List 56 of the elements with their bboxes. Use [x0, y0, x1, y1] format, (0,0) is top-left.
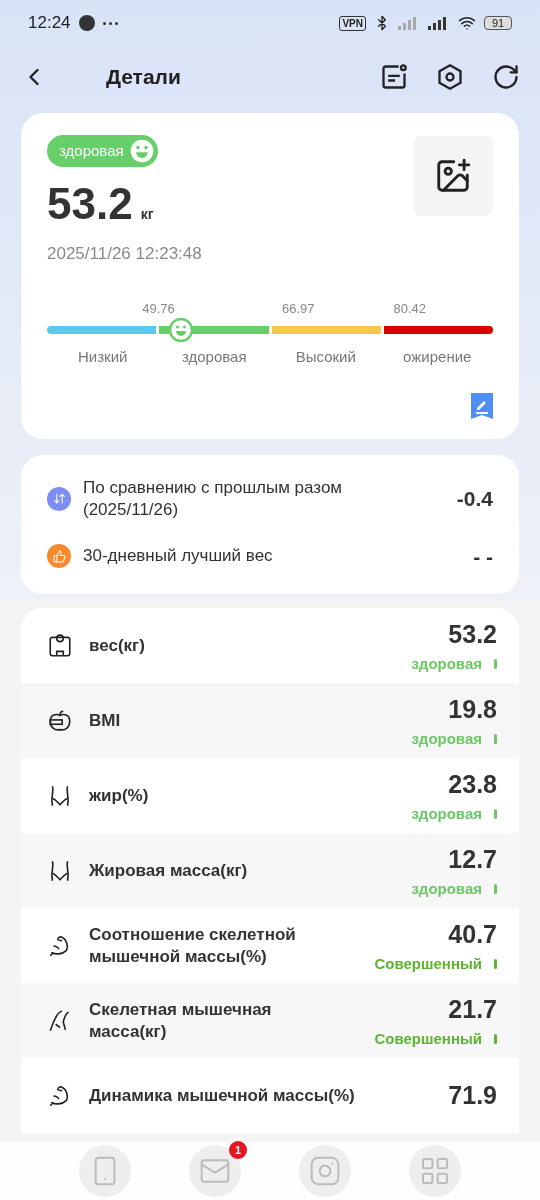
metric-row[interactable]: Скелетная мышечная масса(кг) 21.7 Совершенный [21, 983, 519, 1058]
metric-name: Динамика мышечной массы(%) [89, 1084, 355, 1107]
refresh-icon[interactable] [492, 63, 520, 91]
metric-name: Жировая масса(кг) [89, 859, 249, 882]
metric-value: 12.7 [448, 843, 497, 875]
metric-name: Скелетная мышечная масса(кг) [89, 998, 273, 1043]
metric-value: 21.7 [448, 993, 497, 1025]
notification-badge: 1 [229, 1141, 247, 1159]
arrows-icon [47, 486, 71, 511]
metric-value: 53.2 [448, 618, 497, 650]
metric-status: здоровая [411, 729, 482, 749]
page-title: Детали [106, 64, 181, 91]
metric-status: здоровая [411, 804, 482, 824]
comparison-value: - - [473, 543, 493, 570]
range-label: ожирение [402, 347, 473, 367]
settings-icon[interactable] [436, 63, 464, 91]
metric-value: 40.7 [448, 918, 497, 950]
metric-status: Совершенный [374, 954, 482, 974]
metric-name: жир(%) [89, 784, 150, 807]
range-label: Низкий [77, 347, 129, 367]
metric-name: Соотношение скелетной мышечной массы(%) [89, 923, 297, 968]
metric-value: 23.8 [448, 768, 497, 800]
metric-status: Совершенный [374, 1029, 482, 1049]
edit-icon[interactable] [471, 392, 493, 419]
wifi-icon [458, 14, 476, 32]
smiley-icon [127, 137, 156, 165]
metric-status: здоровая [411, 654, 482, 674]
add-image-button[interactable] [413, 136, 493, 216]
range-label: Высокий [294, 347, 357, 367]
threshold-value: 49.76 [142, 300, 175, 316]
image-add-icon [434, 157, 472, 195]
threshold-value: 66.97 [281, 300, 315, 316]
weight-unit: кг [140, 205, 154, 224]
mail-app-icon[interactable] [189, 1145, 241, 1197]
metric-status: здоровая [411, 879, 482, 899]
clock-time: 12:24 [28, 12, 71, 35]
thumbs-up-icon [47, 544, 71, 569]
metric-name: вес(кг) [89, 634, 146, 657]
range-label: здоровая [180, 347, 248, 367]
comparison-label: По сравнению с прошлым разом (2025/11/26) [83, 476, 344, 521]
metric-value: 19.8 [448, 693, 497, 725]
metric-row[interactable]: Жировая масса(кг) 12.7 здоровая [21, 833, 519, 908]
scale-icon [47, 632, 73, 659]
battery-indicator: 91 [484, 16, 512, 30]
metric-row[interactable]: BMI 19.8 здоровая [21, 683, 519, 758]
metric-name: BMI [89, 709, 122, 732]
threshold-value: 80.42 [393, 300, 426, 316]
comparison-label: 30-дневный лучший вес [83, 545, 274, 568]
more-icon [102, 21, 118, 25]
note-icon[interactable] [380, 63, 408, 91]
weight-value: 53.2 [47, 178, 133, 230]
metric-value: 71.9 [448, 1079, 497, 1111]
comparison-value: -0.4 [456, 485, 493, 512]
vpn-indicator: VPN [339, 15, 366, 31]
measurement-datetime: 2025/11/26 12:23:48 [47, 243, 202, 265]
status-badge: здоровая [47, 135, 158, 167]
